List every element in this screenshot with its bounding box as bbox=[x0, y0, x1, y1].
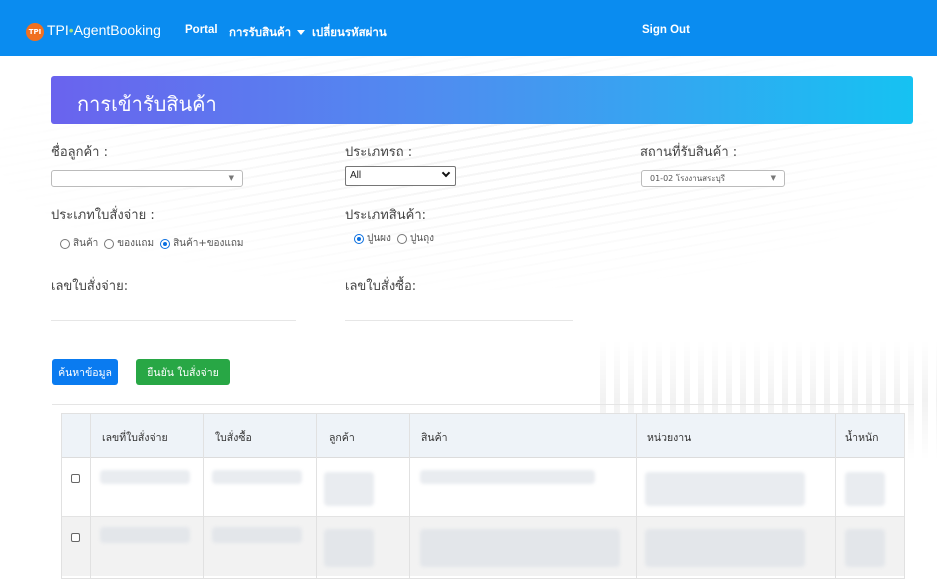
nav-portal[interactable]: Portal bbox=[185, 24, 218, 36]
product-type-option-powder[interactable]: ปูนผง bbox=[354, 231, 391, 246]
tpi-logo-icon[interactable]: TPI bbox=[26, 23, 44, 41]
redacted-cell bbox=[212, 527, 302, 543]
order-no-label: เลขใบสั่งจ่าย: bbox=[51, 279, 129, 294]
customer-name-select[interactable]: ▼ bbox=[51, 170, 243, 187]
table-header: เลขที่ใบสั่งจ่าย ใบสั่งซื้อ ลูกค้า สินค้… bbox=[62, 414, 904, 458]
column-header-customer[interactable]: ลูกค้า bbox=[329, 429, 355, 446]
radio-selected-icon[interactable] bbox=[160, 238, 171, 249]
radio-icon[interactable] bbox=[104, 238, 115, 249]
product-type-radio-group: ปูนผง ปูนถุง bbox=[354, 231, 440, 246]
chevron-down-icon: ▼ bbox=[770, 174, 776, 182]
vehicle-type-label: ประเภทรถ : bbox=[345, 145, 413, 160]
radio-icon[interactable] bbox=[60, 238, 70, 249]
radio-icon[interactable] bbox=[396, 233, 407, 244]
column-divider bbox=[316, 414, 317, 579]
redacted-cell bbox=[420, 529, 620, 567]
column-divider bbox=[409, 414, 410, 579]
table-row[interactable] bbox=[62, 458, 904, 517]
product-type-label: ประเภทสินค้า: bbox=[345, 208, 426, 223]
redacted-cell bbox=[100, 470, 190, 484]
column-divider bbox=[636, 414, 637, 579]
column-header-order-no[interactable]: เลขที่ใบสั่งจ่าย bbox=[102, 429, 168, 446]
redacted-cell bbox=[324, 472, 374, 506]
row-checkbox[interactable] bbox=[71, 474, 80, 483]
order-type-radio-group: สินค้า ของแถม สินค้า+ของแถม bbox=[60, 236, 250, 251]
column-header-po[interactable]: ใบสั่งซื้อ bbox=[215, 429, 252, 446]
confirm-order-button[interactable]: ยืนยัน ใบสั่งจ่าย bbox=[136, 359, 230, 385]
redacted-cell bbox=[645, 472, 805, 506]
pickup-location-select[interactable]: 01-02 โรงงานสระบุรี ▼ bbox=[641, 170, 785, 187]
radio-selected-icon[interactable] bbox=[354, 233, 364, 244]
po-no-label: เลขใบสั่งซื้อ: bbox=[345, 279, 417, 294]
sign-out-link[interactable]: Sign Out bbox=[642, 24, 690, 36]
nav-receive-goods-dropdown[interactable]: การรับสินค้า bbox=[229, 24, 306, 42]
page-header-banner: การเข้ารับสินค้า bbox=[51, 76, 913, 124]
order-type-option-product-gift[interactable]: สินค้า+ของแถม bbox=[160, 236, 244, 251]
customer-name-label: ชื่อลูกค้า : bbox=[51, 145, 108, 160]
redacted-cell bbox=[100, 527, 190, 543]
column-header-department[interactable]: หน่วยงาน bbox=[647, 429, 691, 446]
column-divider bbox=[835, 414, 836, 579]
column-header-weight[interactable]: น้ำหนัก bbox=[845, 429, 879, 446]
redacted-cell bbox=[645, 529, 805, 567]
brand-name[interactable]: TPI•AgentBooking bbox=[47, 22, 161, 38]
orders-table: เลขที่ใบสั่งจ่าย ใบสั่งซื้อ ลูกค้า สินค้… bbox=[61, 413, 905, 579]
redacted-cell bbox=[845, 472, 885, 506]
vehicle-type-select[interactable]: All bbox=[345, 166, 456, 186]
chevron-down-icon bbox=[441, 168, 451, 178]
pickup-location-label: สถานที่รับสินค้า : bbox=[640, 145, 738, 160]
table-row[interactable] bbox=[62, 517, 904, 576]
redacted-cell bbox=[845, 529, 885, 567]
order-type-label: ประเภทใบสั่งจ่าย : bbox=[51, 208, 155, 223]
search-button[interactable]: ค้นหาข้อมูล bbox=[52, 359, 118, 385]
po-no-input[interactable] bbox=[345, 320, 573, 321]
page-title: การเข้ารับสินค้า bbox=[77, 92, 217, 116]
redacted-cell bbox=[324, 529, 374, 567]
order-type-option-product[interactable]: สินค้า bbox=[60, 236, 98, 251]
product-type-option-bag[interactable]: ปูนถุง bbox=[396, 231, 434, 246]
column-divider bbox=[203, 414, 204, 579]
top-navbar: TPI TPI•AgentBooking Portal การรับสินค้า… bbox=[0, 0, 937, 56]
column-header-product[interactable]: สินค้า bbox=[421, 429, 448, 446]
order-type-option-gift[interactable]: ของแถม bbox=[104, 236, 154, 251]
redacted-cell bbox=[420, 470, 595, 484]
redacted-cell bbox=[212, 470, 302, 484]
chevron-down-icon: ▼ bbox=[228, 174, 234, 182]
row-checkbox[interactable] bbox=[71, 533, 80, 542]
column-divider bbox=[90, 414, 91, 579]
chevron-down-icon bbox=[297, 30, 306, 36]
nav-change-password[interactable]: เปลี่ยนรหัสผ่าน bbox=[312, 24, 387, 42]
divider bbox=[52, 404, 914, 405]
order-no-input[interactable] bbox=[51, 320, 296, 321]
